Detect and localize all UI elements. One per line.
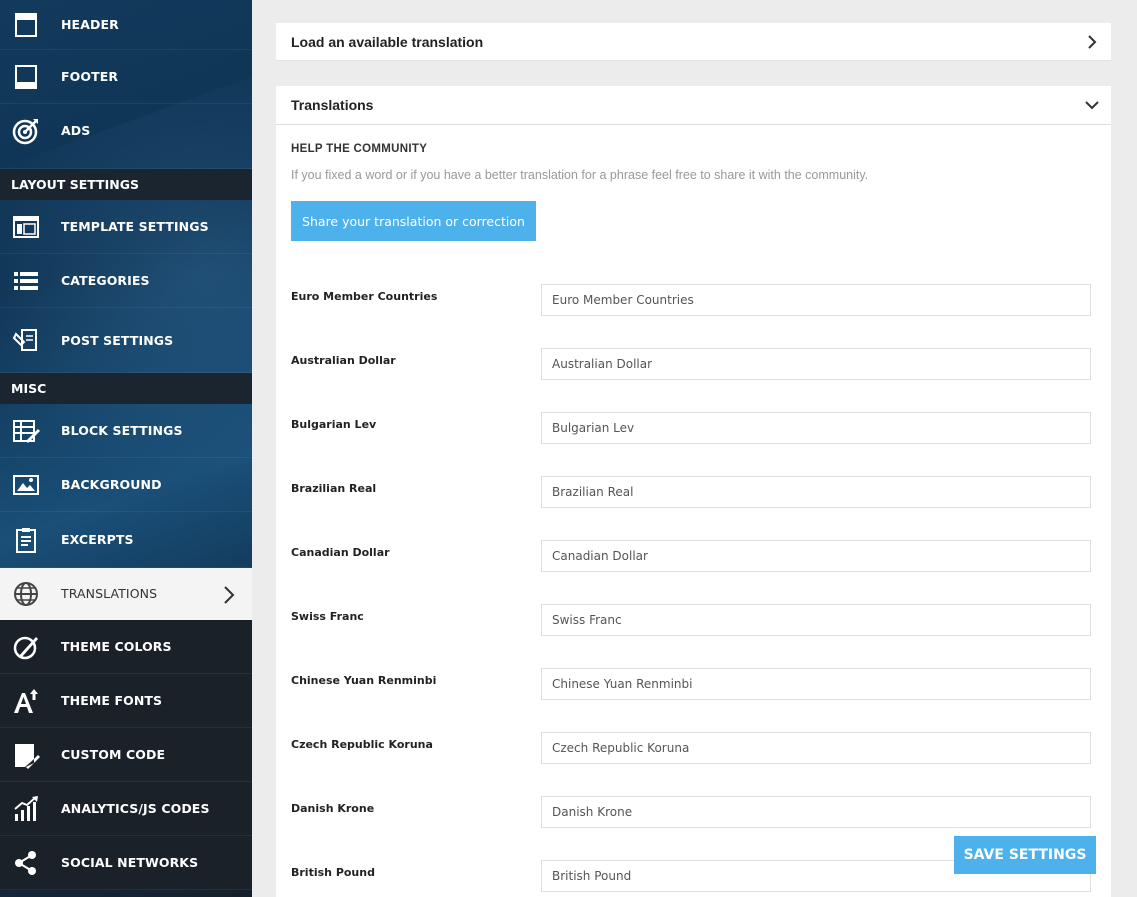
translation-label: Brazilian Real: [291, 482, 377, 495]
sidebar-item-footer[interactable]: FOOTER: [0, 50, 252, 104]
target-icon: [12, 117, 40, 145]
chevron-down-icon: [1085, 101, 1099, 110]
translation-row: Chinese Yuan Renminbi: [276, 668, 1111, 700]
translation-label: Euro Member Countries: [291, 290, 438, 303]
sidebar-item-analytics[interactable]: ANALYTICS/JS CODES: [0, 782, 252, 836]
sidebar-item-label: ADS: [61, 123, 91, 138]
sidebar-item-categories[interactable]: CATEGORIES: [0, 254, 252, 308]
globe-icon: [12, 580, 40, 608]
sidebar-item-label: HEADER: [61, 17, 119, 32]
sidebar: HEADER FOOTER ADS LAYOUT SETTINGS TEMPLA…: [0, 0, 252, 897]
post-settings-icon: [12, 326, 40, 354]
translation-label: Canadian Dollar: [291, 546, 390, 559]
translation-row: Danish Krone: [276, 796, 1111, 828]
section-layout-settings: LAYOUT SETTINGS: [0, 169, 252, 200]
sidebar-item-label: BLOCK SETTINGS: [61, 423, 183, 438]
translations-panel: Translations HELP THE COMMUNITY If you f…: [276, 86, 1111, 897]
translation-row: Canadian Dollar: [276, 540, 1111, 572]
translation-label: Chinese Yuan Renminbi: [291, 674, 437, 687]
chevron-right-icon: [224, 586, 235, 604]
translation-row: Brazilian Real: [276, 476, 1111, 508]
save-settings-button[interactable]: SAVE SETTINGS: [954, 836, 1096, 874]
sidebar-item-theme-colors[interactable]: THEME COLORS: [0, 620, 252, 674]
list-icon: [12, 267, 40, 295]
translation-row: Bulgarian Lev: [276, 412, 1111, 444]
brush-icon: [12, 633, 40, 661]
translation-row: Australian Dollar: [276, 348, 1111, 380]
sidebar-item-label: THEME COLORS: [61, 639, 172, 654]
help-community-title: HELP THE COMMUNITY: [291, 143, 428, 155]
load-translation-panel-header[interactable]: Load an available translation: [276, 23, 1111, 61]
header-icon: [12, 11, 40, 39]
translation-input[interactable]: [541, 284, 1091, 316]
sidebar-item-template-settings[interactable]: TEMPLATE SETTINGS: [0, 200, 252, 254]
translation-input[interactable]: [541, 732, 1091, 764]
translation-label: British Pound: [291, 866, 375, 879]
translation-label: Swiss Franc: [291, 610, 364, 623]
sidebar-item-label: BACKGROUND: [61, 477, 162, 492]
sidebar-item-header[interactable]: HEADER: [0, 0, 252, 50]
translation-label: Czech Republic Koruna: [291, 738, 433, 751]
help-community-text: If you fixed a word or if you have a bet…: [291, 168, 869, 182]
sidebar-item-custom-code[interactable]: CUSTOM CODE: [0, 728, 252, 782]
translations-title: Translations: [291, 97, 374, 113]
translation-input[interactable]: [541, 476, 1091, 508]
code-icon: [12, 741, 40, 769]
share-translation-button[interactable]: Share your translation or correction: [291, 201, 536, 241]
sidebar-item-label: FOOTER: [61, 69, 119, 84]
share-icon: [12, 849, 40, 877]
translation-label: Danish Krone: [291, 802, 375, 815]
translation-input[interactable]: [541, 348, 1091, 380]
sidebar-item-label: CATEGORIES: [61, 273, 150, 288]
footer-icon: [12, 63, 40, 91]
image-icon: [12, 471, 40, 499]
sidebar-item-block-settings[interactable]: BLOCK SETTINGS: [0, 404, 252, 458]
font-icon: [12, 687, 40, 715]
sidebar-item-background[interactable]: BACKGROUND: [0, 458, 252, 512]
sidebar-item-post-settings[interactable]: POST SETTINGS: [0, 308, 252, 373]
sidebar-item-label: EXCERPTS: [61, 532, 134, 547]
translation-input[interactable]: [541, 668, 1091, 700]
sidebar-item-label: CUSTOM CODE: [61, 747, 166, 762]
translation-input[interactable]: [541, 412, 1091, 444]
template-icon: [12, 213, 40, 241]
translation-row: Czech Republic Koruna: [276, 732, 1111, 764]
clipboard-icon: [12, 526, 40, 554]
sidebar-item-social-networks[interactable]: SOCIAL NETWORKS: [0, 836, 252, 890]
block-settings-icon: [12, 417, 40, 445]
translation-label: Australian Dollar: [291, 354, 396, 367]
section-misc: MISC: [0, 373, 252, 404]
translation-label: Bulgarian Lev: [291, 418, 377, 431]
sidebar-item-excerpts[interactable]: EXCERPTS: [0, 512, 252, 568]
sidebar-item-ads[interactable]: ADS: [0, 104, 252, 169]
sidebar-item-label: THEME FONTS: [61, 693, 163, 708]
sidebar-item-theme-fonts[interactable]: THEME FONTS: [0, 674, 252, 728]
translations-panel-header[interactable]: Translations: [276, 86, 1111, 125]
translation-input[interactable]: [541, 796, 1091, 828]
load-translation-title: Load an available translation: [291, 33, 484, 50]
sidebar-item-label: ANALYTICS/JS CODES: [61, 801, 210, 816]
translation-input[interactable]: [541, 604, 1091, 636]
sidebar-item-label: SOCIAL NETWORKS: [61, 855, 199, 870]
translation-input[interactable]: [541, 540, 1091, 572]
translation-row: Swiss Franc: [276, 604, 1111, 636]
sidebar-item-label: TRANSLATIONS: [61, 586, 158, 601]
analytics-icon: [12, 795, 40, 823]
chevron-right-icon: [1088, 35, 1097, 49]
sidebar-item-label: TEMPLATE SETTINGS: [61, 219, 209, 234]
sidebar-item-label: POST SETTINGS: [61, 332, 174, 348]
translation-row: Euro Member Countries: [276, 284, 1111, 316]
sidebar-item-translations[interactable]: TRANSLATIONS: [0, 568, 252, 620]
